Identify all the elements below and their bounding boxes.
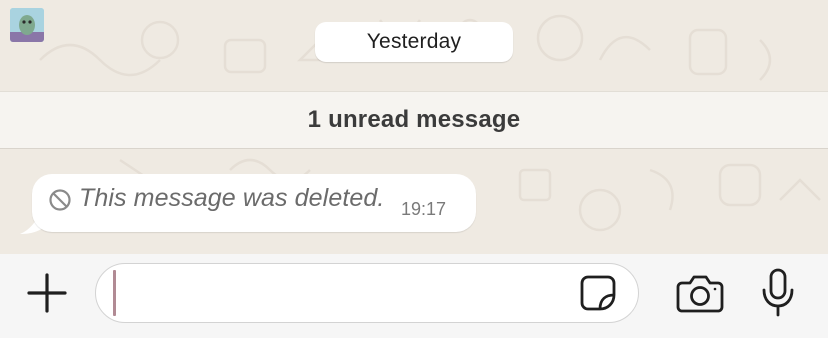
message-input[interactable] bbox=[95, 263, 639, 323]
camera-icon[interactable] bbox=[676, 274, 724, 314]
chat-area: Yesterday 1 unread message This message … bbox=[0, 0, 828, 254]
message-timestamp: 19:17 bbox=[401, 199, 447, 219]
date-divider: Yesterday bbox=[315, 22, 513, 62]
message-text: This message was deleted. bbox=[79, 184, 385, 212]
sticker-icon[interactable] bbox=[578, 273, 618, 313]
deleted-icon bbox=[49, 189, 71, 211]
unread-banner: 1 unread message bbox=[0, 91, 828, 149]
text-caret bbox=[113, 270, 116, 316]
microphone-icon[interactable] bbox=[760, 268, 796, 318]
plus-icon[interactable] bbox=[26, 272, 68, 314]
avatar[interactable] bbox=[10, 8, 44, 42]
